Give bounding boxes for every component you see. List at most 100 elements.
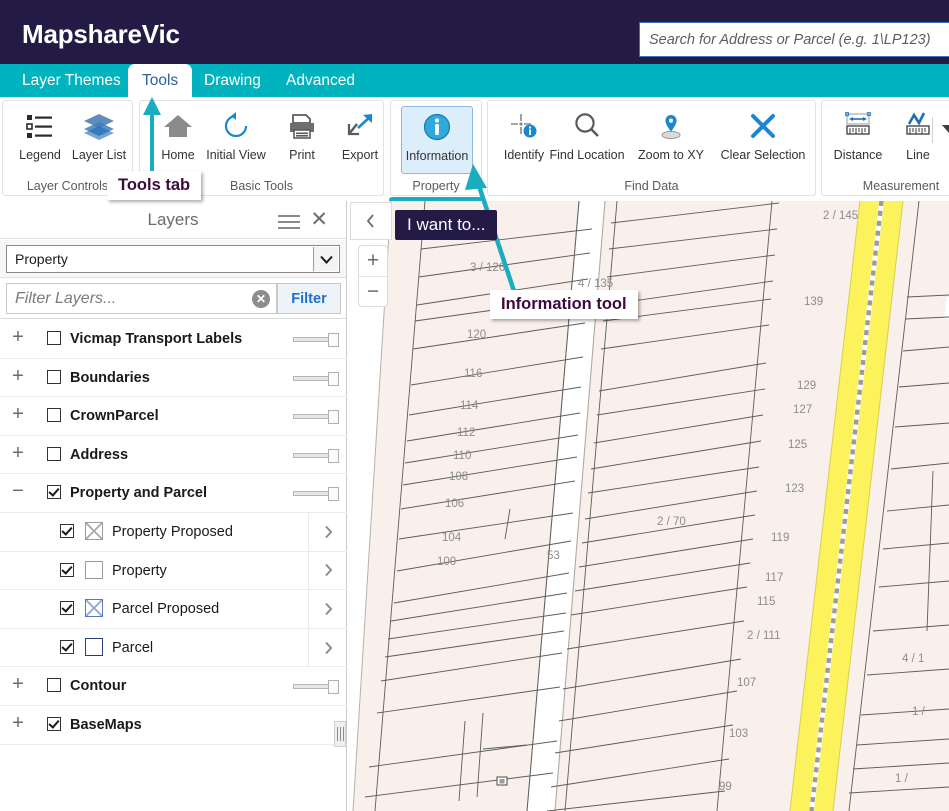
layer-row[interactable]: − Property and Parcel bbox=[0, 474, 347, 513]
layer-name: Parcel bbox=[112, 639, 154, 656]
layer-name: Address bbox=[70, 446, 129, 463]
tab-layer-themes[interactable]: Layer Themes bbox=[8, 64, 135, 97]
layer-symbol-swatch bbox=[85, 560, 103, 579]
layer-row[interactable]: + Boundaries bbox=[0, 359, 347, 398]
ribbon-button-export[interactable]: Export bbox=[326, 106, 394, 174]
filter-layers-input[interactable] bbox=[7, 284, 239, 313]
parcel-label: 127 bbox=[793, 404, 813, 416]
layer-row[interactable]: + Vicmap Transport Labels bbox=[0, 320, 347, 359]
expand-icon[interactable]: + bbox=[10, 404, 26, 424]
map-canvas[interactable]: 2 / 145 3 / 126 4 / 135 139 120 116 129 114 127 1… bbox=[347, 201, 949, 811]
expand-icon[interactable]: + bbox=[10, 713, 26, 733]
layer-name: Property bbox=[112, 562, 167, 579]
layer-checkbox[interactable] bbox=[47, 408, 61, 423]
layer-opacity-slider[interactable] bbox=[293, 333, 339, 347]
ribbon-button-zoom-to-xy[interactable]: Zoom to XY bbox=[629, 106, 713, 174]
parcel-label: 119 bbox=[771, 532, 790, 544]
panel-collapse-button[interactable]: chevron-left-icon bbox=[350, 202, 392, 240]
zoom-out-button[interactable]: − bbox=[359, 277, 387, 307]
parcel-label: 107 bbox=[737, 677, 757, 689]
layer-checkbox[interactable] bbox=[47, 369, 61, 384]
parcel-label: 112 bbox=[457, 427, 476, 439]
parcel-label: 129 bbox=[797, 380, 817, 392]
ribbon-label-zoom-to-xy: Zoom to XY bbox=[638, 148, 704, 162]
layer-checkbox[interactable] bbox=[47, 446, 61, 461]
ribbon-button-find-location[interactable]: Find Location bbox=[545, 106, 629, 174]
chevron-right-icon[interactable] bbox=[308, 551, 347, 590]
ribbon-button-initial-view[interactable]: Initial View bbox=[202, 106, 270, 174]
filter-button[interactable]: Filter bbox=[277, 283, 341, 314]
layers-list[interactable]: + Vicmap Transport Labels + Boundaries + Crow… bbox=[0, 320, 347, 811]
ribbon-label-legend: Legend bbox=[19, 148, 61, 162]
x-cross-icon bbox=[713, 106, 813, 146]
ribbon-button-line[interactable]: Line bbox=[884, 106, 949, 174]
ribbon-button-distance[interactable]: Distance bbox=[824, 106, 892, 174]
layer-checkbox[interactable] bbox=[60, 639, 74, 654]
close-icon[interactable]: ✕ bbox=[310, 209, 328, 230]
theme-selector-row: Property bbox=[0, 240, 346, 278]
layer-row[interactable]: + BaseMaps bbox=[0, 706, 347, 745]
layer-opacity-slider[interactable] bbox=[293, 680, 339, 695]
zoom-in-button[interactable]: + bbox=[359, 246, 387, 277]
parcel-label: 103 bbox=[729, 728, 749, 740]
layer-checkbox[interactable] bbox=[60, 601, 74, 616]
ribbon-group-find-data: Identify Find Location Zoom to XY Clear … bbox=[487, 100, 816, 196]
filter-box[interactable]: ✕ bbox=[6, 283, 277, 314]
ribbon-label-layer-list: Layer List bbox=[71, 148, 127, 162]
ribbon-button-legend[interactable]: Legend bbox=[6, 106, 74, 174]
layers-panel: Layers ✕ Property ✕ Filter + Vicmap Trans… bbox=[0, 201, 347, 811]
layer-checkbox[interactable] bbox=[47, 678, 61, 693]
parcel-label: 106 bbox=[445, 498, 465, 510]
expand-icon[interactable]: + bbox=[10, 327, 26, 347]
layer-checkbox[interactable] bbox=[47, 485, 61, 500]
expand-icon[interactable]: + bbox=[10, 366, 26, 386]
parcel-label: 104 bbox=[442, 532, 462, 544]
parcel-label: 1 / bbox=[912, 706, 925, 718]
ribbon-group-label-find-data: Find Data bbox=[624, 179, 679, 193]
collapse-icon[interactable]: − bbox=[10, 481, 26, 501]
layer-row[interactable]: Parcel bbox=[0, 628, 347, 668]
chevron-right-icon[interactable] bbox=[308, 628, 347, 667]
parcel-label: 4 / 1 bbox=[902, 653, 925, 665]
layer-opacity-slider[interactable] bbox=[293, 371, 339, 386]
parcel-label: 2 / 70 bbox=[657, 516, 686, 528]
chevron-down-icon[interactable] bbox=[313, 247, 338, 271]
tab-tools[interactable]: Tools bbox=[128, 64, 193, 100]
parcel-label: 115 bbox=[757, 596, 776, 608]
theme-select[interactable]: Property bbox=[6, 245, 340, 273]
clear-circle-icon[interactable]: ✕ bbox=[252, 290, 270, 308]
chevron-down-icon[interactable] bbox=[942, 125, 949, 133]
ribbon-button-layer-list[interactable]: Layer List bbox=[65, 106, 133, 174]
search-input[interactable] bbox=[640, 23, 949, 56]
layer-opacity-slider[interactable] bbox=[293, 487, 339, 502]
ribbon-group-label-measurement: Measurement bbox=[862, 179, 940, 193]
hamburger-icon[interactable] bbox=[278, 215, 300, 233]
parcel-label: 100 bbox=[437, 556, 457, 568]
layers-scrollbar-thumb[interactable] bbox=[334, 721, 346, 747]
tab-advanced[interactable]: Advanced bbox=[272, 64, 369, 97]
layer-opacity-slider[interactable] bbox=[293, 410, 339, 425]
layer-row[interactable]: + Contour bbox=[0, 667, 347, 706]
ribbon-button-clear-selection[interactable]: Clear Selection bbox=[713, 106, 813, 174]
layer-row[interactable]: Property bbox=[0, 551, 347, 591]
layer-row[interactable]: + CrownParcel bbox=[0, 397, 347, 436]
layer-row[interactable]: Property Proposed bbox=[0, 512, 347, 552]
expand-icon[interactable]: + bbox=[10, 443, 26, 463]
chevron-right-icon[interactable] bbox=[308, 512, 347, 551]
layer-checkbox[interactable] bbox=[60, 562, 74, 577]
layer-checkbox[interactable] bbox=[47, 331, 61, 345]
layer-opacity-slider[interactable] bbox=[293, 448, 339, 463]
parcel-label: 2 / 111 bbox=[747, 630, 781, 642]
ribbon-label-export: Export bbox=[341, 148, 379, 162]
layer-checkbox[interactable] bbox=[60, 523, 74, 538]
ribbon-button-information[interactable]: Information bbox=[401, 106, 473, 174]
layer-row[interactable]: Parcel Proposed bbox=[0, 590, 347, 629]
measurement-divider bbox=[932, 117, 933, 143]
expand-icon[interactable]: + bbox=[10, 674, 26, 694]
search-box[interactable] bbox=[639, 22, 949, 57]
chevron-right-icon[interactable] bbox=[308, 590, 347, 628]
layer-row[interactable]: + Address bbox=[0, 436, 347, 475]
map-zoom-controls[interactable]: + − bbox=[358, 245, 388, 307]
layer-checkbox[interactable] bbox=[47, 716, 61, 731]
tab-drawing[interactable]: Drawing bbox=[190, 64, 275, 97]
